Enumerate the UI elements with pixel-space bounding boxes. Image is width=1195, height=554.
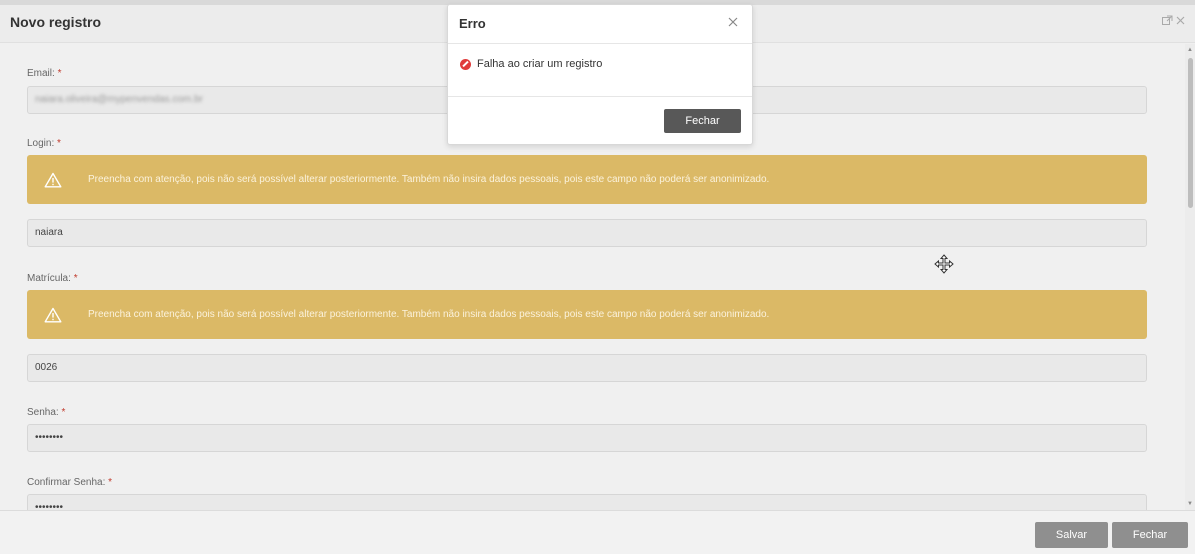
- error-dialog-title: Erro: [459, 16, 486, 31]
- confirmar-senha-label: Confirmar Senha: *: [27, 477, 112, 488]
- confirmar-senha-field[interactable]: ••••••••: [27, 494, 1147, 510]
- confirmar-senha-label-text: Confirmar Senha:: [27, 477, 106, 488]
- matricula-label-text: Matrícula:: [27, 273, 71, 284]
- matricula-field[interactable]: 0026: [27, 354, 1147, 382]
- close-button[interactable]: Fechar: [1112, 522, 1188, 548]
- email-label-text: Email:: [27, 68, 55, 79]
- login-label-text: Login:: [27, 138, 55, 149]
- matricula-warning-text: Preencha com atenção, pois não será poss…: [88, 309, 770, 320]
- dialog-close-button[interactable]: Fechar: [664, 109, 741, 133]
- scroll-up-arrow-icon[interactable]: ▲: [1187, 46, 1193, 54]
- save-button[interactable]: Salvar: [1035, 522, 1108, 548]
- window-title: Novo registro: [10, 14, 102, 30]
- error-icon: [460, 58, 471, 70]
- move-cursor-icon: [934, 254, 954, 274]
- login-field[interactable]: naiara: [27, 219, 1147, 247]
- error-dialog-body: Falha ao criar um registro: [448, 45, 752, 97]
- window-header-icons: [1162, 15, 1185, 27]
- senha-label: Senha: *: [27, 407, 65, 418]
- warning-icon: [40, 172, 66, 188]
- close-icon[interactable]: [1176, 15, 1185, 27]
- senha-label-text: Senha:: [27, 407, 59, 418]
- vertical-scrollbar[interactable]: ▲ ▼: [1185, 44, 1195, 510]
- dialog-close-icon[interactable]: [728, 15, 738, 29]
- email-value: naiara.oliveira@mypenvendas.com.br: [35, 94, 204, 105]
- window-footer: Salvar Fechar: [0, 510, 1195, 554]
- login-warning: Preencha com atenção, pois não será poss…: [27, 155, 1147, 204]
- login-label: Login: *: [27, 138, 61, 149]
- error-message-text: Falha ao criar um registro: [477, 58, 603, 70]
- matricula-warning: Preencha com atenção, pois não será poss…: [27, 290, 1147, 339]
- login-warning-text: Preencha com atenção, pois não será poss…: [88, 174, 770, 185]
- external-icon[interactable]: [1162, 15, 1173, 27]
- required-marker: *: [108, 477, 113, 488]
- required-marker: *: [61, 407, 66, 418]
- senha-field[interactable]: ••••••••: [27, 424, 1147, 452]
- scroll-down-arrow-icon[interactable]: ▼: [1187, 500, 1193, 508]
- matricula-label: Matrícula: *: [27, 273, 78, 284]
- required-marker: *: [57, 68, 62, 79]
- required-marker: *: [73, 273, 78, 284]
- error-dialog: Erro Falha ao criar um registro Fechar: [447, 4, 753, 145]
- required-marker: *: [57, 138, 61, 149]
- error-dialog-header: Erro: [448, 5, 752, 44]
- email-label: Email: *: [27, 68, 61, 79]
- scrollbar-thumb[interactable]: [1188, 58, 1193, 208]
- warning-icon: [40, 307, 66, 323]
- error-message: Falha ao criar um registro: [460, 58, 602, 70]
